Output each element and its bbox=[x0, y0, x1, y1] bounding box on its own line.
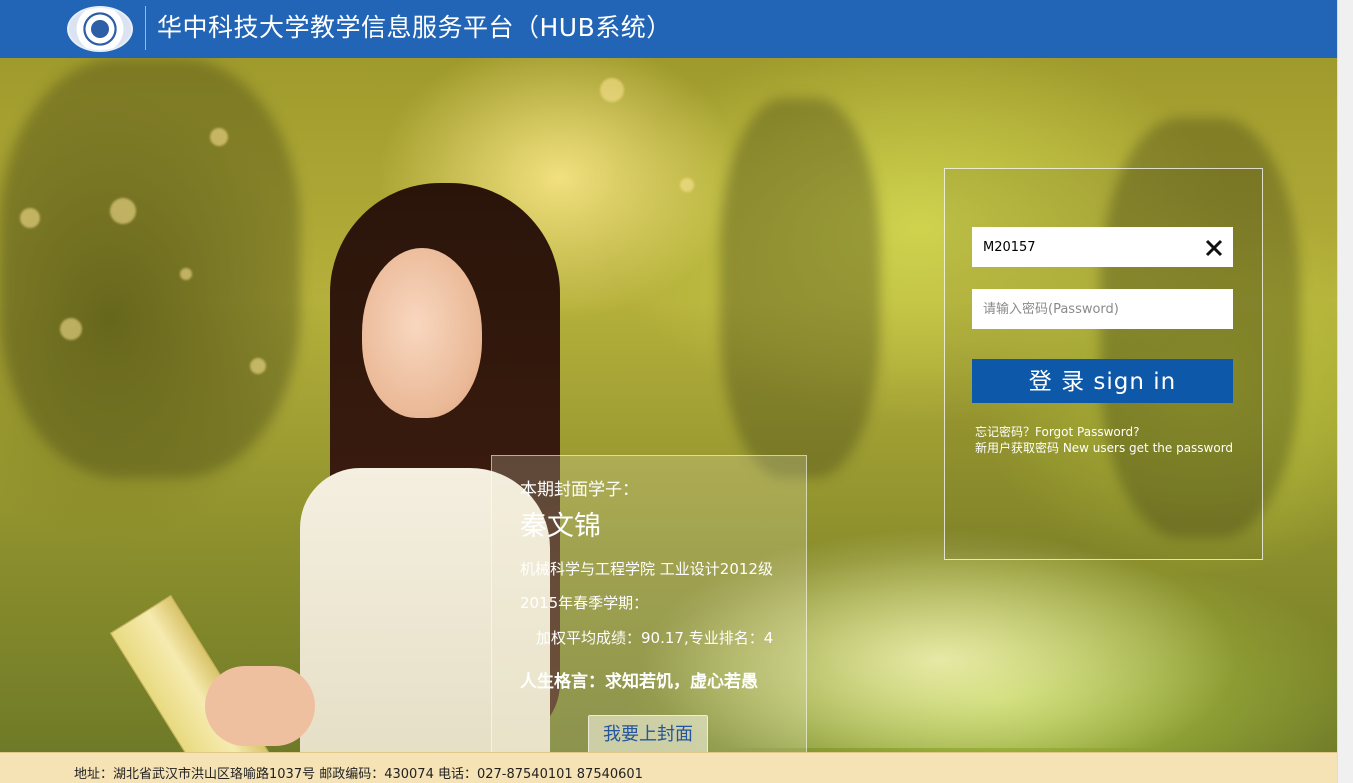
student-face bbox=[362, 248, 482, 418]
cover-student-term: 2015年春季学期： bbox=[520, 594, 649, 612]
username-input[interactable] bbox=[972, 227, 1233, 267]
bokeh-light bbox=[180, 268, 192, 280]
footer-bar: 地址：湖北省武汉市洪山区珞喻路1037号 邮政编码：430074 电话：027-… bbox=[0, 752, 1337, 783]
bokeh-light bbox=[680, 178, 694, 192]
apply-cover-button[interactable]: 我要上封面 bbox=[588, 715, 708, 755]
login-panel: 登 录 sign in 忘记密码？Forgot Password? 新用户获取密… bbox=[944, 168, 1263, 560]
header-bar: 华中科技大学教学信息服务平台（HUB系统） bbox=[0, 0, 1337, 58]
bokeh-light bbox=[600, 78, 624, 102]
cover-student-motto: 人生格言：求知若饥，虚心若愚 bbox=[520, 672, 758, 692]
page-scrollbar[interactable] bbox=[1337, 0, 1353, 783]
university-logo-emblem bbox=[91, 20, 109, 38]
new-user-password-link[interactable]: 新用户获取密码 New users get the password bbox=[975, 439, 1233, 456]
header-divider bbox=[145, 6, 146, 50]
footer-contact-info: 地址：湖北省武汉市洪山区珞喻路1037号 邮政编码：430074 电话：027-… bbox=[74, 767, 643, 782]
cover-caption: 本期封面学子： bbox=[520, 480, 639, 500]
bokeh-light bbox=[210, 128, 228, 146]
close-icon[interactable] bbox=[1203, 237, 1225, 259]
forgot-password-link[interactable]: 忘记密码？Forgot Password? bbox=[975, 423, 1139, 440]
tree-shadow-mid bbox=[720, 98, 880, 478]
page-title: 华中科技大学教学信息服务平台（HUB系统） bbox=[157, 13, 672, 42]
cover-student-name: 秦文锦 bbox=[520, 511, 601, 542]
bokeh-light bbox=[20, 208, 40, 228]
password-input[interactable] bbox=[972, 289, 1233, 329]
cover-student-card: 本期封面学子： 秦文锦 机械科学与工程学院 工业设计2012级 2015年春季学… bbox=[491, 455, 807, 755]
cover-student-score: 加权平均成绩：90.17,专业排名：4 bbox=[536, 629, 774, 647]
login-button[interactable]: 登 录 sign in bbox=[972, 359, 1233, 403]
bokeh-light bbox=[60, 318, 82, 340]
bokeh-light bbox=[250, 358, 266, 374]
tree-shadow-left bbox=[0, 58, 300, 478]
student-hands bbox=[205, 666, 315, 746]
bokeh-light bbox=[110, 198, 136, 224]
university-logo bbox=[67, 6, 133, 52]
cover-student-dept: 机械科学与工程学院 工业设计2012级 bbox=[520, 560, 773, 578]
